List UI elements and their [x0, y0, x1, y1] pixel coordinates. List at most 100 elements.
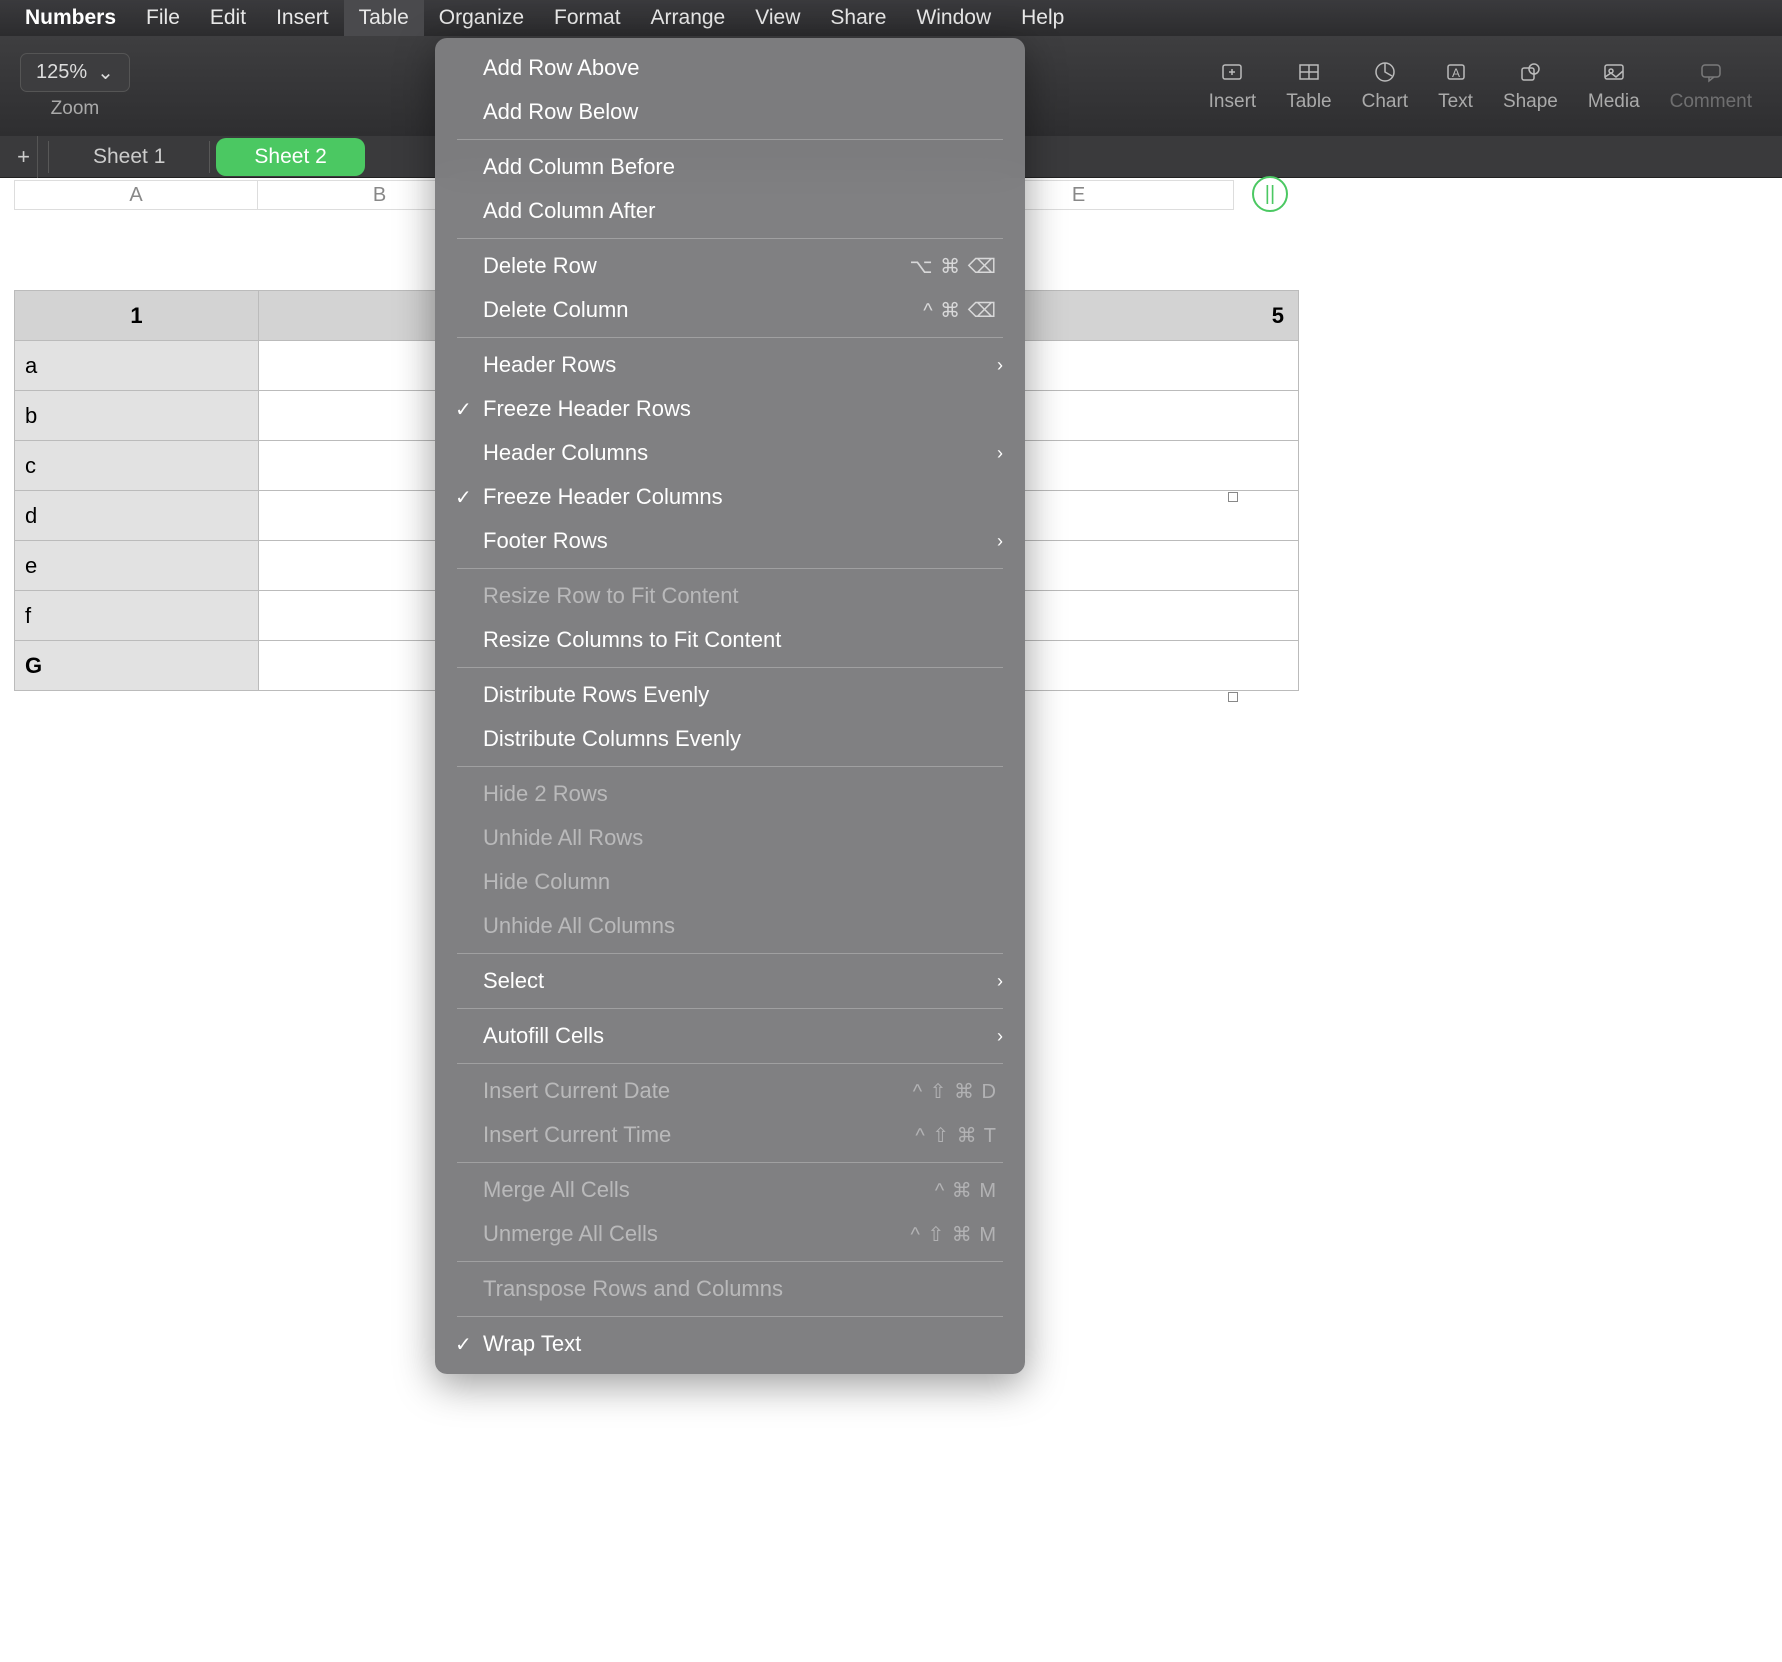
- menu-item[interactable]: Distribute Columns Evenly: [435, 717, 1025, 761]
- menubar-organize[interactable]: Organize: [424, 0, 539, 36]
- menu-item[interactable]: Distribute Rows Evenly: [435, 673, 1025, 717]
- menu-item: Unhide All Columns: [435, 904, 1025, 948]
- menubar-app-name[interactable]: Numbers: [10, 0, 131, 36]
- menu-item-label: Unhide All Rows: [483, 825, 643, 851]
- menu-item[interactable]: Add Row Above: [435, 46, 1025, 90]
- toolbar-shape-button[interactable]: Shape: [1503, 59, 1558, 113]
- menu-item: Resize Row to Fit Content: [435, 574, 1025, 618]
- menu-item[interactable]: Add Row Below: [435, 90, 1025, 134]
- check-icon: ✓: [455, 485, 472, 510]
- row-head-d[interactable]: d: [15, 491, 259, 541]
- menu-separator: [457, 139, 1003, 140]
- comment-icon: [1696, 59, 1726, 85]
- menu-item-label: Transpose Rows and Columns: [483, 1276, 783, 1302]
- row-head-f[interactable]: f: [15, 591, 259, 641]
- menubar-format[interactable]: Format: [539, 0, 636, 36]
- menu-item-label: Distribute Rows Evenly: [483, 682, 709, 708]
- row-head-b[interactable]: b: [15, 391, 259, 441]
- menu-item-label: Add Row Below: [483, 99, 638, 125]
- toolbar-text-button[interactable]: A Text: [1438, 59, 1473, 113]
- menu-item[interactable]: Delete Row ⌥ ⌘ ⌫: [435, 244, 1025, 288]
- menu-shortcut: ^ ⇧ ⌘ M: [911, 1222, 997, 1247]
- menu-item[interactable]: ✓Freeze Header Columns: [435, 475, 1025, 519]
- chevron-down-icon: ⌄: [97, 60, 114, 85]
- menu-item: Transpose Rows and Columns: [435, 1267, 1025, 1311]
- svg-text:A: A: [1451, 66, 1459, 80]
- menu-item-label: Add Column After: [483, 198, 655, 224]
- menu-item: Hide Column: [435, 860, 1025, 904]
- menubar-arrange[interactable]: Arrange: [636, 0, 741, 36]
- chevron-right-icon: ›: [997, 531, 1003, 552]
- menu-item-label: Insert Current Time: [483, 1122, 671, 1148]
- menu-item: Insert Current Date^ ⇧ ⌘ D: [435, 1069, 1025, 1113]
- toolbar-text-label: Text: [1438, 91, 1473, 113]
- menu-item-label: Resize Row to Fit Content: [483, 583, 739, 609]
- menu-item[interactable]: Header Rows›: [435, 343, 1025, 387]
- toolbar-media-button[interactable]: Media: [1588, 59, 1640, 113]
- chevron-right-icon: ›: [997, 355, 1003, 376]
- toolbar-comment-button[interactable]: Comment: [1670, 59, 1752, 113]
- chart-icon: [1370, 59, 1400, 85]
- add-column-button[interactable]: ||: [1252, 176, 1288, 212]
- menu-item-label: Footer Rows: [483, 528, 608, 554]
- add-sheet-button[interactable]: +: [10, 136, 38, 178]
- menu-item-label: Add Row Above: [483, 55, 640, 81]
- menu-item-label: Hide Column: [483, 869, 610, 895]
- toolbar-chart-button[interactable]: Chart: [1362, 59, 1408, 113]
- menu-shortcut: ⌥ ⌘ ⌫: [910, 254, 997, 279]
- row-head-e[interactable]: e: [15, 541, 259, 591]
- sheet-tab-1[interactable]: Sheet 1: [55, 138, 203, 176]
- menu-separator: [457, 766, 1003, 767]
- row-head-a[interactable]: a: [15, 341, 259, 391]
- table-icon: [1294, 59, 1324, 85]
- toolbar-table-button[interactable]: Table: [1286, 59, 1331, 113]
- menu-item[interactable]: Header Columns ›: [435, 431, 1025, 475]
- row-head-g[interactable]: G: [15, 641, 259, 691]
- menu-item-label: Distribute Columns Evenly: [483, 726, 741, 752]
- menu-separator: [457, 953, 1003, 954]
- menu-item-label: Unmerge All Cells: [483, 1221, 658, 1247]
- menu-item[interactable]: Add Column After: [435, 189, 1025, 233]
- menu-item[interactable]: Autofill Cells›: [435, 1014, 1025, 1058]
- sheet-tab-2[interactable]: Sheet 2: [216, 138, 364, 176]
- menu-shortcut: ^ ⇧ ⌘ D: [913, 1079, 997, 1104]
- menu-item-label: Delete Column: [483, 297, 629, 323]
- menu-item[interactable]: ✓Freeze Header Rows: [435, 387, 1025, 431]
- menubar-edit[interactable]: Edit: [195, 0, 261, 36]
- menu-item[interactable]: Resize Columns to Fit Content: [435, 618, 1025, 662]
- menubar-file[interactable]: File: [131, 0, 195, 36]
- menu-separator: [457, 667, 1003, 668]
- menu-item-label: Delete Row: [483, 253, 597, 279]
- menu-item-label: Wrap Text: [483, 1331, 581, 1357]
- menu-item[interactable]: Add Column Before: [435, 145, 1025, 189]
- menu-separator: [457, 1261, 1003, 1262]
- col-ruler-a[interactable]: A: [14, 180, 258, 210]
- zoom-select[interactable]: 125% ⌄: [20, 53, 130, 92]
- menu-item[interactable]: ✓Wrap Text: [435, 1322, 1025, 1366]
- menu-item: Unhide All Rows: [435, 816, 1025, 860]
- menu-item[interactable]: Delete Column^ ⌘ ⌫: [435, 288, 1025, 332]
- menu-item: Merge All Cells^ ⌘ M: [435, 1168, 1025, 1212]
- divider: [48, 141, 49, 173]
- menubar-window[interactable]: Window: [901, 0, 1006, 36]
- menubar-help[interactable]: Help: [1006, 0, 1079, 36]
- menu-item-label: Header Columns: [483, 440, 648, 466]
- menu-item[interactable]: Select›: [435, 959, 1025, 1003]
- menubar-insert[interactable]: Insert: [261, 0, 344, 36]
- selection-handle[interactable]: [1228, 692, 1238, 702]
- header-cell-1[interactable]: 1: [15, 291, 259, 341]
- menu-item-label: Hide 2 Rows: [483, 781, 608, 807]
- menubar-view[interactable]: View: [740, 0, 815, 36]
- menubar-share[interactable]: Share: [815, 0, 901, 36]
- chevron-right-icon: ›: [997, 971, 1003, 992]
- toolbar-insert-button[interactable]: Insert: [1209, 59, 1257, 113]
- selection-handle[interactable]: [1228, 492, 1238, 502]
- row-head-c[interactable]: c: [15, 441, 259, 491]
- insert-icon: [1217, 59, 1247, 85]
- menu-item-label: Resize Columns to Fit Content: [483, 627, 781, 653]
- menubar-table[interactable]: Table: [344, 0, 424, 36]
- chevron-right-icon: ›: [997, 443, 1003, 464]
- menu-separator: [457, 1008, 1003, 1009]
- menu-item: Insert Current Time^ ⇧ ⌘ T: [435, 1113, 1025, 1157]
- menu-item[interactable]: Footer Rows ›: [435, 519, 1025, 563]
